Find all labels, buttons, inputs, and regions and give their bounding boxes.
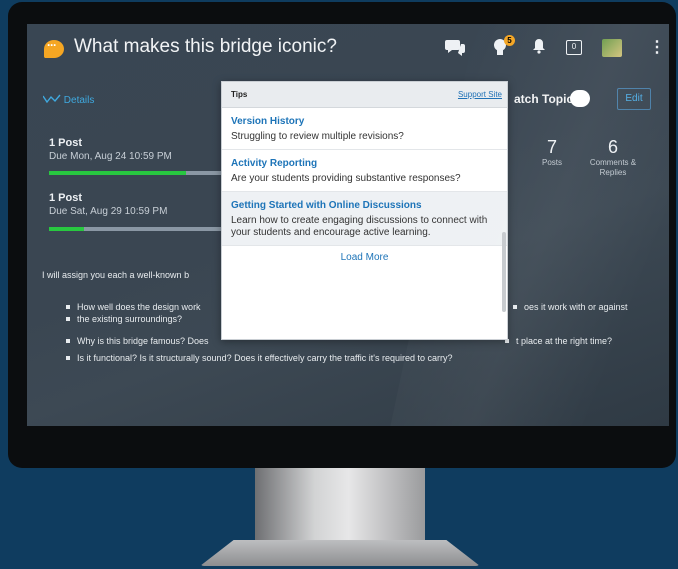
page-title: What makes this bridge iconic? <box>74 36 337 57</box>
bullet-text-left: How well does the design work <box>77 302 201 312</box>
details-link[interactable]: Details <box>42 94 95 106</box>
posts-stat: 7 Posts <box>532 137 572 168</box>
requirement-progress-2 <box>49 227 224 231</box>
bullet-item: Why is this bridge famous? Does <box>66 335 209 347</box>
prompt-intro: I will assign you each a well-known b <box>42 270 190 280</box>
tip-heading[interactable]: Version History <box>231 116 498 127</box>
tip-item[interactable]: Version History Struggling to review mul… <box>222 108 507 150</box>
notification-count-badge: 5 <box>504 35 515 46</box>
watch-topic-toggle[interactable] <box>570 90 590 107</box>
bullet-text-right: oes it work with or against <box>524 302 628 312</box>
bullet-item: How well does the design work <box>66 301 201 313</box>
comments-count: 6 <box>607 137 618 157</box>
edit-button[interactable]: Edit <box>617 88 651 110</box>
app-screen: What makes this bridge iconic? 5 0 ⋮ Det… <box>27 24 669 426</box>
watch-topic-label: atch Topic <box>514 92 574 106</box>
tips-header: Tips Support Site <box>222 82 507 108</box>
progress-fill <box>49 227 84 231</box>
comments-label: Comments & Replies <box>589 158 637 177</box>
posts-count: 7 <box>546 137 557 157</box>
support-site-link[interactable]: Support Site <box>458 90 502 99</box>
requirement-due: Due Mon, Aug 24 10:59 PM <box>49 151 172 162</box>
bullet-item: Is it functional? Is it structurally sou… <box>66 352 453 364</box>
load-more-button[interactable]: Load More <box>222 246 507 263</box>
bullet-text-line2: the existing surroundings? <box>77 314 183 324</box>
more-vertical-icon[interactable]: ⋮ <box>649 38 665 58</box>
posts-label: Posts <box>541 158 562 167</box>
bullet-text-left: Is it functional? Is it structurally sou… <box>77 353 453 363</box>
monitor-stand-base <box>200 540 480 566</box>
tips-popover: Tips Support Site Version History Strugg… <box>221 81 508 340</box>
monitor-stand-neck <box>255 468 425 543</box>
requirement-label: 1 Post <box>49 192 83 204</box>
avatar[interactable] <box>602 39 622 57</box>
requirement-due: Due Sat, Aug 29 10:59 PM <box>49 206 168 217</box>
bullet-item-continued: oes it work with or against <box>513 301 628 313</box>
tip-item[interactable]: Getting Started with Online Discussions … <box>222 192 507 246</box>
topic-header: What makes this bridge iconic? 5 0 ⋮ <box>27 24 669 74</box>
requirement-2: 1 Post Due Sat, Aug 29 10:59 PM <box>49 192 167 217</box>
comments-stat: 6 Comments & Replies <box>582 137 644 178</box>
bell-icon[interactable] <box>532 38 546 60</box>
discussion-icon[interactable] <box>445 38 465 62</box>
details-label: Details <box>63 95 95 106</box>
bullet-text-right: t place at the right time? <box>516 336 613 346</box>
tip-description: Struggling to review multiple revisions? <box>231 131 404 142</box>
tip-description: Learn how to create engaging discussions… <box>231 215 488 238</box>
tips-title: Tips <box>231 90 248 99</box>
calendar-icon[interactable]: 0 <box>566 40 582 55</box>
tip-item[interactable]: Activity Reporting Are your students pro… <box>222 150 507 192</box>
bullet-item-line2: the existing surroundings? <box>65 313 183 325</box>
requirement-1: 1 Post Due Mon, Aug 24 10:59 PM <box>49 137 172 162</box>
requirement-progress-1 <box>49 171 224 175</box>
tip-heading[interactable]: Getting Started with Online Discussions <box>231 200 498 211</box>
monitor-frame: What makes this bridge iconic? 5 0 ⋮ Det… <box>8 2 676 468</box>
bullet-item-continued: t place at the right time? <box>504 335 613 347</box>
requirement-label: 1 Post <box>49 137 83 149</box>
progress-fill <box>49 171 186 175</box>
tip-description: Are your students providing substantive … <box>231 173 461 184</box>
tips-scrollbar[interactable] <box>502 232 506 312</box>
tip-heading[interactable]: Activity Reporting <box>231 158 498 169</box>
chat-logo-icon <box>44 38 64 58</box>
activity-icon <box>42 94 61 104</box>
bullet-text-left: Why is this bridge famous? Does <box>77 336 209 346</box>
